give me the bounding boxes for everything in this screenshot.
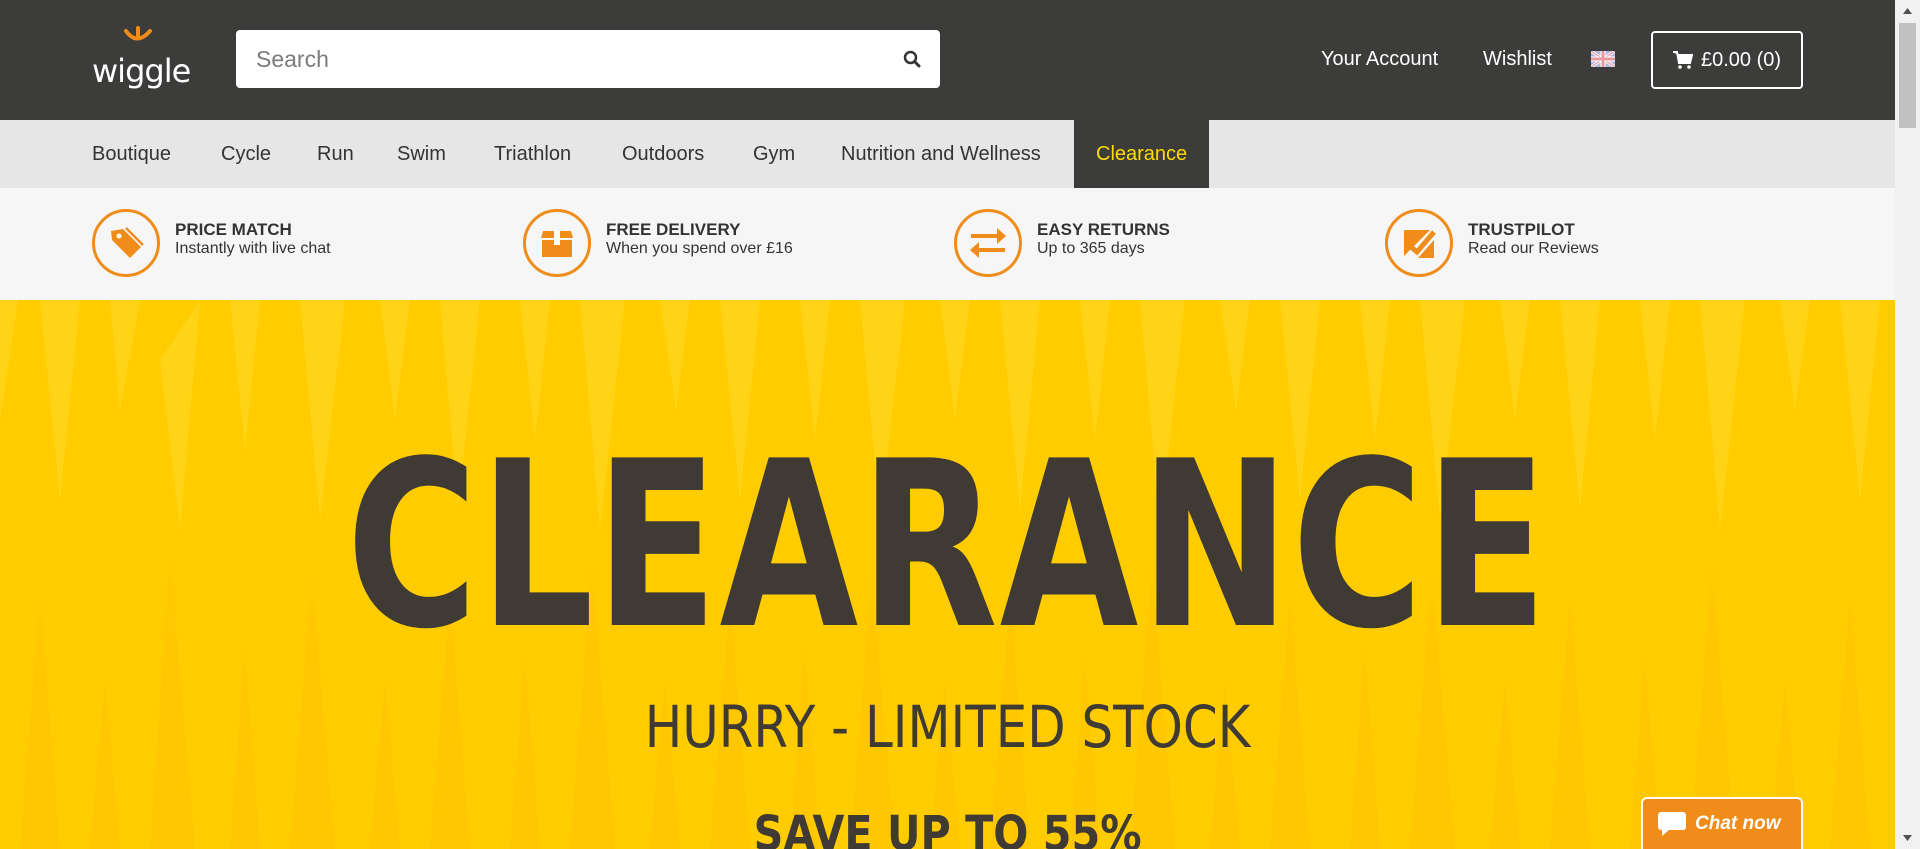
- search-icon: [903, 50, 921, 68]
- price-tag-icon: [92, 209, 160, 277]
- nav-item-label: Gym: [753, 143, 796, 165]
- main-navigation: Boutique Cycle Run Swim Triathlon Outdoo…: [0, 120, 1895, 188]
- trustpilot-icon: [1385, 209, 1453, 277]
- scroll-up-arrow-icon[interactable]: [1895, 0, 1920, 22]
- basket-total: £0.00 (0): [1700, 48, 1782, 71]
- scroll-down-arrow-icon[interactable]: [1895, 827, 1920, 849]
- nav-item-gym[interactable]: Gym: [753, 120, 795, 188]
- search-box: [236, 30, 940, 88]
- nav-item-label: Clearance: [1096, 143, 1188, 165]
- nav-item-outdoors[interactable]: Outdoors: [622, 120, 704, 188]
- nav-item-label: Outdoors: [622, 143, 705, 165]
- page: wiggle Your Account Wishlist: [0, 0, 1895, 849]
- wiggle-logo[interactable]: wiggle: [92, 26, 191, 90]
- nav-item-run[interactable]: Run: [317, 120, 354, 188]
- scrollbar-thumb[interactable]: [1899, 23, 1916, 128]
- nav-item-clearance[interactable]: Clearance: [1074, 120, 1210, 188]
- hero-save-text: SAVE UP TO 55%: [753, 806, 1142, 849]
- clearance-hero-banner[interactable]: CLEARANCE HURRY - LIMITED STOCK SAVE UP …: [0, 300, 1895, 849]
- chat-bubble-icon: [1658, 812, 1686, 836]
- top-header: wiggle Your Account Wishlist: [0, 0, 1895, 120]
- delivery-box-icon: [523, 209, 591, 277]
- nav-item-label: Swim: [397, 143, 446, 165]
- nav-item-label: Nutrition and Wellness: [841, 143, 1041, 165]
- basket-button[interactable]: £0.00 (0): [1651, 31, 1803, 89]
- vertical-scrollbar[interactable]: [1895, 0, 1920, 849]
- usp-subtitle: Read our Reviews: [1468, 240, 1599, 257]
- returns-arrows-icon: [954, 209, 1022, 277]
- nav-item-swim[interactable]: Swim: [397, 120, 446, 188]
- hero-title: CLEARANCE: [346, 413, 1549, 680]
- usp-subtitle: Up to 365 days: [1037, 240, 1145, 257]
- nav-item-boutique[interactable]: Boutique: [92, 120, 171, 188]
- chat-now-label: Chat now: [1695, 813, 1781, 834]
- wishlist-link[interactable]: Wishlist: [1483, 48, 1552, 71]
- shopping-cart-icon: [1672, 51, 1693, 69]
- usp-bar: PRICE MATCH Instantly with live chat FRE…: [0, 188, 1895, 300]
- search-input[interactable]: [256, 30, 876, 88]
- chat-now-button[interactable]: Chat now: [1641, 797, 1803, 849]
- usp-subtitle: When you spend over £16: [606, 240, 793, 257]
- nav-item-label: Triathlon: [494, 143, 572, 165]
- nav-item-label: Boutique: [92, 143, 171, 165]
- usp-subtitle: Instantly with live chat: [175, 240, 331, 257]
- search-button[interactable]: [896, 44, 928, 74]
- your-account-link[interactable]: Your Account: [1321, 48, 1438, 71]
- nav-item-nutrition-and-wellness[interactable]: Nutrition and Wellness: [841, 120, 1041, 188]
- usp-title: TRUSTPILOT: [1468, 220, 1575, 239]
- usp-title: PRICE MATCH: [175, 220, 292, 239]
- logo-text: wiggle: [92, 52, 191, 90]
- nav-item-cycle[interactable]: Cycle: [221, 120, 271, 188]
- hero-subtitle: HURRY - LIMITED STOCK: [644, 693, 1251, 761]
- usp-title: FREE DELIVERY: [606, 220, 741, 239]
- usp-title: EASY RETURNS: [1037, 220, 1170, 239]
- uk-flag-icon[interactable]: [1591, 51, 1615, 67]
- nav-item-label: Cycle: [221, 143, 272, 165]
- nav-item-triathlon[interactable]: Triathlon: [494, 120, 571, 188]
- nav-item-label: Run: [317, 143, 354, 165]
